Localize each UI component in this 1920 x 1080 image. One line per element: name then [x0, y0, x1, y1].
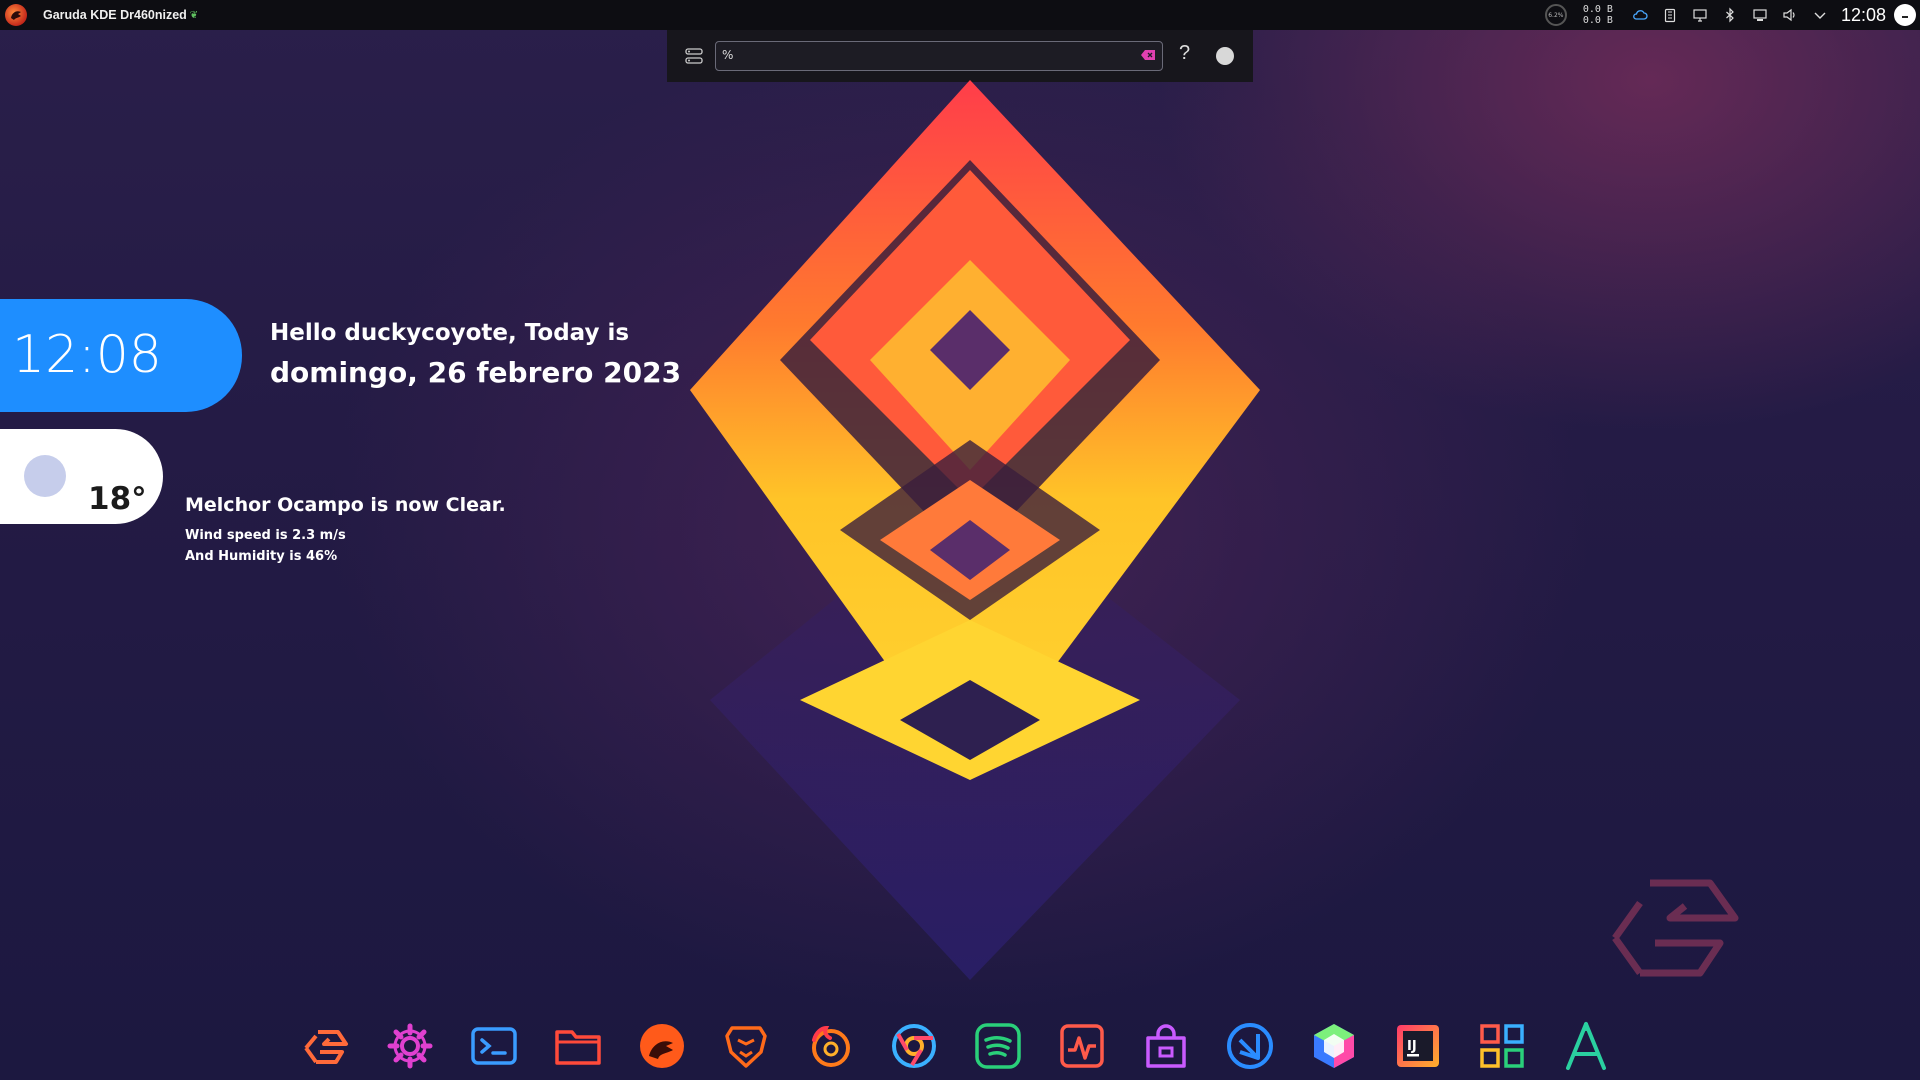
firefox-icon[interactable]	[802, 1018, 858, 1074]
dock: IJ	[298, 1018, 1642, 1074]
date-text: domingo, 26 febrero 2023	[270, 356, 682, 389]
display-icon[interactable]	[1689, 4, 1711, 26]
clock-widget: 12:08	[0, 299, 242, 412]
weather-widget: 18°	[0, 429, 163, 524]
virtualbox-icon[interactable]	[1306, 1018, 1362, 1074]
wallpaper-artwork	[690, 80, 1260, 980]
net-upload: 0.0 B	[1582, 4, 1613, 15]
vscode-icon[interactable]	[1222, 1018, 1278, 1074]
net-download: 0.0 B	[1582, 15, 1613, 26]
app-launcher-grid-icon[interactable]	[1474, 1018, 1530, 1074]
volume-icon[interactable]	[1779, 4, 1801, 26]
humidity: And Humidity is 46%	[185, 549, 338, 564]
clear-weather-icon	[24, 455, 66, 497]
window-title: Garuda KDE Dr460nized	[43, 8, 187, 22]
application-menu-icon[interactable]	[5, 4, 27, 26]
settings-icon[interactable]	[382, 1018, 438, 1074]
panel-clock[interactable]: 12:08	[1841, 5, 1886, 26]
intellij-icon[interactable]: IJ	[1390, 1018, 1446, 1074]
user-menu-button[interactable]	[1894, 4, 1916, 26]
bluetooth-icon[interactable]	[1719, 4, 1741, 26]
software-store-icon[interactable]	[1138, 1018, 1194, 1074]
spotify-icon[interactable]	[970, 1018, 1026, 1074]
chevron-down-icon[interactable]	[1809, 4, 1831, 26]
greeting-text: Hello duckycoyote, Today is	[270, 320, 630, 346]
widget-time: 12:08	[12, 325, 162, 385]
file-manager-icon[interactable]	[550, 1018, 606, 1074]
system-tray: 6.2% 0.0 B 0.0 B 12:08	[1544, 0, 1920, 30]
network-icon[interactable]	[1749, 4, 1771, 26]
brave-icon[interactable]	[718, 1018, 774, 1074]
svg-text:IJ: IJ	[1407, 1039, 1417, 1054]
clipboard-icon[interactable]	[1659, 4, 1681, 26]
top-panel: Garuda KDE Dr460nized ❦ 6.2% 0.0 B 0.0 B…	[0, 0, 1920, 30]
chrome-icon[interactable]	[886, 1018, 942, 1074]
kate-icon[interactable]	[1558, 1018, 1614, 1074]
weather-headline: Melchor Ocampo is now Clear.	[185, 494, 506, 516]
wind-speed: Wind speed is 2.3 m/s	[185, 528, 346, 543]
weather-cloud-icon[interactable]	[1629, 4, 1651, 26]
terminal-icon[interactable]	[466, 1018, 522, 1074]
leaf-icon: ❦	[189, 9, 199, 21]
garuda-logo-watermark	[1612, 879, 1739, 977]
network-speed[interactable]: 0.0 B 0.0 B	[1583, 4, 1613, 26]
cpu-load-indicator[interactable]: 6.2%	[1544, 4, 1567, 26]
garuda-dragon-icon[interactable]	[634, 1018, 690, 1074]
temperature: 18°	[88, 481, 147, 517]
garuda-welcome-icon[interactable]	[298, 1018, 354, 1074]
system-monitor-icon[interactable]	[1054, 1018, 1110, 1074]
